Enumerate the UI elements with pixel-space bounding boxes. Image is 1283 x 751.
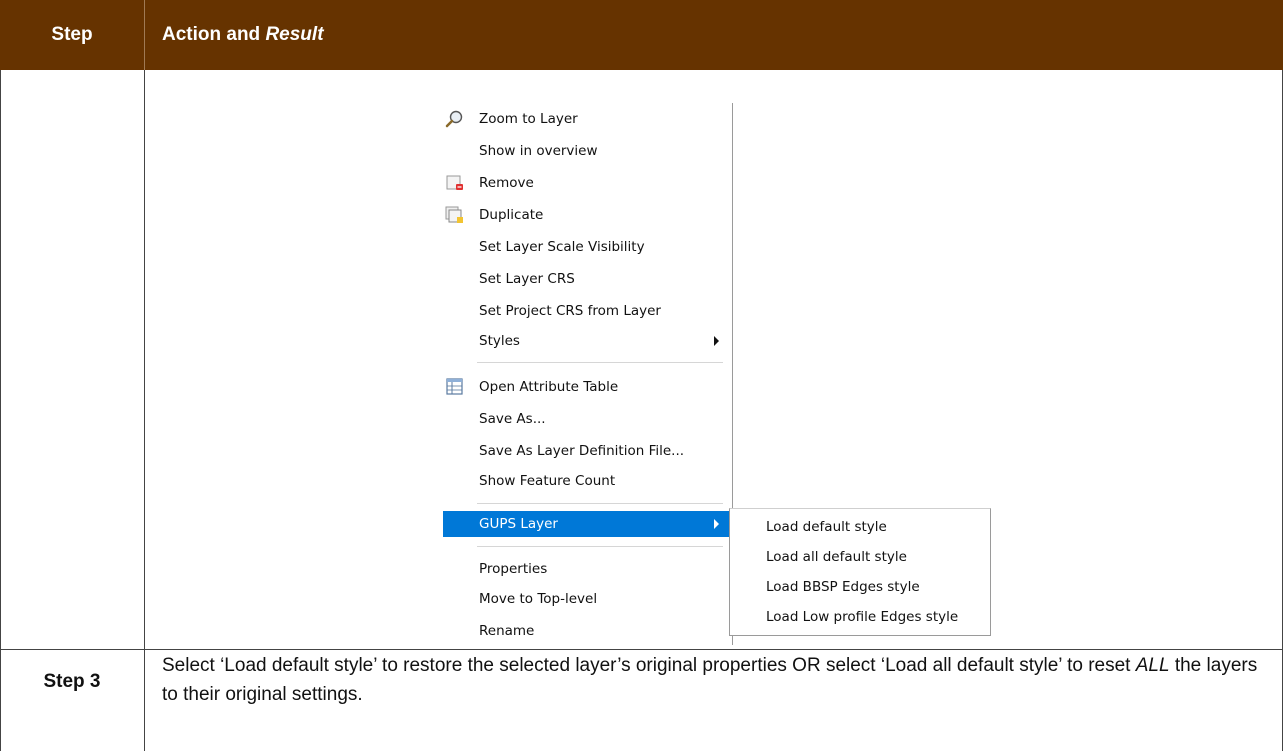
menu-item-label: GUPS Layer (479, 516, 558, 532)
step-number: Step 3 (43, 671, 101, 692)
menu-item-save-as[interactable]: Save As... (443, 405, 729, 433)
menu-item-set-layer-crs[interactable]: Set Layer CRS (443, 265, 729, 293)
menu-item-label: Rename (479, 623, 535, 639)
menu-item-label: Duplicate (479, 207, 544, 223)
menu-item-label: Move to Top-level (479, 591, 598, 607)
menu-item-zoom-to-layer[interactable]: Zoom to Layer (443, 105, 729, 133)
header-action-label: Action and (162, 24, 266, 45)
instruction-table: Step Action and Result Zoom to Layer Sho… (0, 0, 1283, 751)
table-row-divider (0, 649, 1283, 650)
menu-item-move-to-top-level[interactable]: Move to Top-level (443, 585, 729, 613)
menu-item-duplicate[interactable]: Duplicate (443, 201, 729, 229)
step-description-text: Select ‘Load default style’ to restore t… (162, 655, 1136, 676)
menu-item-styles[interactable]: Styles (443, 327, 729, 355)
menu-item-label: Open Attribute Table (479, 379, 619, 395)
menu-item-label: Styles (479, 333, 520, 349)
menu-item-set-layer-scale-visibility[interactable]: Set Layer Scale Visibility (443, 233, 729, 261)
header-result-label: Result (265, 24, 324, 45)
menu-item-open-attribute-table[interactable]: Open Attribute Table (443, 373, 729, 401)
layer-context-menu: Zoom to Layer Show in overview Remove Du… (443, 101, 733, 645)
submenu-arrow-icon (714, 336, 719, 346)
remove-layer-icon (445, 174, 465, 192)
menu-item-label: Set Layer CRS (479, 271, 575, 287)
menu-item-label: Properties (479, 561, 548, 577)
menu-item-show-in-overview[interactable]: Show in overview (443, 137, 729, 165)
menu-item-label: Set Project CRS from Layer (479, 303, 661, 319)
menu-item-label: Save As... (479, 411, 546, 427)
menu-separator (477, 503, 723, 504)
menu-item-save-as-layer-definition[interactable]: Save As Layer Definition File... (443, 437, 729, 465)
submenu-item-load-bbsp-edges-style[interactable]: Load BBSP Edges style (766, 573, 920, 601)
submenu-item-load-all-default-style[interactable]: Load all default style (766, 543, 907, 571)
submenu-arrow-icon (714, 519, 719, 529)
zoom-icon (445, 110, 465, 128)
menu-separator (477, 546, 723, 547)
step-description: Select ‘Load default style’ to restore t… (162, 651, 1272, 709)
menu-item-label: Set Layer Scale Visibility (479, 239, 645, 255)
header-divider (144, 0, 145, 70)
menu-item-label: Show in overview (479, 143, 598, 159)
step-description-emphasis: ALL (1135, 655, 1170, 676)
menu-item-gups-layer[interactable]: GUPS Layer (443, 511, 729, 537)
menu-separator (477, 362, 723, 363)
duplicate-layer-icon (445, 206, 465, 224)
menu-item-label: Save As Layer Definition File... (479, 443, 685, 459)
menu-item-properties[interactable]: Properties (443, 555, 729, 583)
submenu-item-load-low-profile-edges-style[interactable]: Load Low profile Edges style (766, 603, 958, 631)
header-step: Step (51, 24, 93, 45)
menu-item-label: Zoom to Layer (479, 111, 578, 127)
menu-item-rename[interactable]: Rename (443, 617, 729, 645)
gups-layer-submenu: Load default style Load all default styl… (729, 508, 991, 636)
menu-item-show-feature-count[interactable]: Show Feature Count (443, 467, 729, 495)
header-action-result: Action and Result (162, 0, 324, 70)
table-header: Step Action and Result (0, 0, 1283, 70)
menu-item-remove[interactable]: Remove (443, 169, 729, 197)
menu-item-label: Remove (479, 175, 534, 191)
submenu-item-load-default-style[interactable]: Load default style (766, 513, 887, 541)
menu-item-label: Show Feature Count (479, 473, 616, 489)
menu-item-set-project-crs[interactable]: Set Project CRS from Layer (443, 297, 729, 325)
attribute-table-icon (445, 378, 465, 396)
